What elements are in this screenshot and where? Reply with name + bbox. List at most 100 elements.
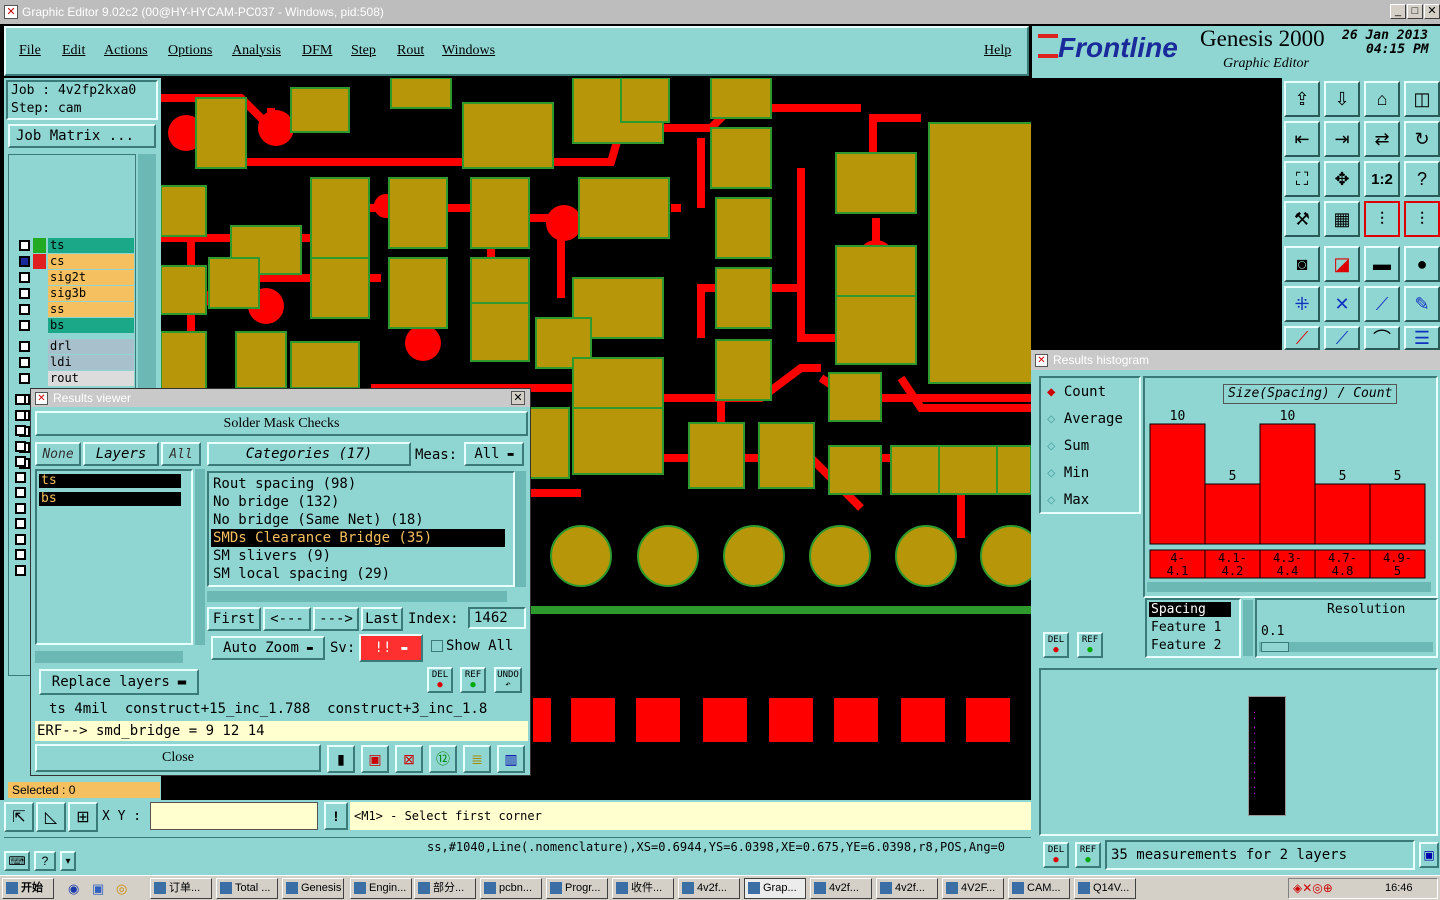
- pen-icon[interactable]: ✎: [1404, 286, 1440, 322]
- result-layer-item[interactable]: ts: [39, 474, 181, 488]
- start-button[interactable]: 开始: [2, 878, 54, 899]
- zoom-fit-icon[interactable]: ⛶: [1284, 161, 1320, 197]
- tray-icons[interactable]: ◈✕◎⊕: [1293, 881, 1333, 895]
- layer-row-sig2t[interactable]: sig2t: [16, 270, 136, 285]
- minimize-button[interactable]: _: [1390, 4, 1406, 19]
- taskbar-item[interactable]: 收件...: [612, 878, 674, 899]
- layer-name[interactable]: rout: [48, 371, 134, 386]
- measure-tool-icon[interactable]: ◺: [36, 802, 66, 832]
- layer-checkbox[interactable]: [15, 471, 26, 483]
- menu-windows[interactable]: Windows: [442, 43, 495, 59]
- prev-button[interactable]: <---: [263, 607, 311, 631]
- layer-color-swatch[interactable]: [33, 302, 46, 317]
- select-tool-icon[interactable]: ⇱: [4, 802, 34, 832]
- measurement-list[interactable]: Spacing Feature 1 Feature 2: [1145, 598, 1241, 658]
- menu-help[interactable]: Help: [984, 43, 1011, 59]
- auto-zoom-dropdown[interactable]: Auto Zoom ▬: [211, 636, 325, 660]
- layer-list-hscroll[interactable]: [35, 651, 183, 663]
- histogram-bar[interactable]: [1259, 423, 1316, 545]
- menu-options[interactable]: Options: [168, 43, 212, 59]
- layer-row-ss[interactable]: ss: [16, 302, 136, 317]
- one-to-one-icon[interactable]: 1:2: [1364, 161, 1400, 197]
- layer-row-sig3b[interactable]: sig3b: [16, 286, 136, 301]
- layer-checkbox[interactable]: [19, 373, 30, 384]
- layer-checkbox[interactable]: [15, 456, 26, 467]
- layer-name[interactable]: ldi: [48, 355, 134, 370]
- layer-color-swatch[interactable]: [33, 355, 46, 370]
- keyboard-icon[interactable]: ⌨: [4, 851, 30, 871]
- layer-checkbox[interactable]: [19, 240, 30, 251]
- xy-input[interactable]: [150, 802, 318, 830]
- footer-del-button[interactable]: DEL ●: [1043, 842, 1069, 868]
- shape-icon[interactable]: ◪: [1324, 246, 1360, 282]
- media-icon[interactable]: ◎: [116, 881, 127, 897]
- layer-list-vscroll[interactable]: [195, 469, 205, 645]
- layer-checkbox[interactable]: [19, 288, 30, 299]
- layer-color-swatch[interactable]: [33, 286, 46, 301]
- slider-alt-icon[interactable]: ⫶: [1404, 201, 1440, 237]
- zoom-home-icon[interactable]: ✥: [1324, 161, 1360, 197]
- list-vscroll[interactable]: [1243, 600, 1253, 656]
- swap-icon[interactable]: ⇄: [1364, 121, 1400, 157]
- taskbar-item[interactable]: Genesis: [282, 878, 344, 899]
- layers-button[interactable]: Layers: [83, 442, 159, 466]
- menu-analysis[interactable]: Analysis: [232, 43, 281, 59]
- taskbar-item[interactable]: 订单...: [150, 878, 212, 899]
- taskbar-item[interactable]: Grap...: [744, 878, 806, 899]
- taskbar-item[interactable]: 部分...: [414, 878, 476, 899]
- rotate-icon[interactable]: ↻: [1404, 121, 1440, 157]
- layer-color-swatch[interactable]: [33, 339, 46, 354]
- layer-checkbox[interactable]: [15, 533, 26, 545]
- taskbar-item[interactable]: Progr...: [546, 878, 608, 899]
- taskbar-item[interactable]: Engin...: [350, 878, 412, 899]
- measure-icon[interactable]: ⚒: [1284, 201, 1320, 237]
- delete-report-icon[interactable]: ⊠: [395, 745, 423, 773]
- severity-dropdown[interactable]: !! ▬: [359, 634, 423, 662]
- category-list[interactable]: Rout spacing (98) No bridge (132) No bri…: [207, 471, 515, 587]
- menu-rout[interactable]: Rout: [397, 43, 424, 59]
- layer-checkbox[interactable]: [19, 272, 30, 283]
- ie-icon[interactable]: ◉: [68, 881, 79, 897]
- show-all-checkbox[interactable]: [431, 640, 443, 652]
- menu-step[interactable]: Step: [351, 43, 376, 59]
- histogram-icon[interactable]: ▥: [497, 745, 525, 773]
- hist-ref-button[interactable]: REF ●: [1077, 632, 1103, 658]
- notes-icon[interactable]: ≣: [463, 745, 491, 773]
- category-item[interactable]: Rout spacing (98): [213, 475, 356, 493]
- option-average[interactable]: ◇ Average: [1047, 411, 1123, 427]
- taskbar-item[interactable]: 4v2f...: [876, 878, 938, 899]
- menu-edit[interactable]: Edit: [62, 43, 85, 59]
- layer-result-list[interactable]: ts bs: [35, 469, 193, 645]
- histogram-chart[interactable]: Size(Spacing) / Count 10 4- 4.1 5 4.1- 4.2 10 4…: [1143, 376, 1438, 598]
- layer-checkbox[interactable]: [15, 549, 26, 560]
- histogram-bar[interactable]: [1369, 483, 1426, 545]
- layer-checkbox[interactable]: [19, 357, 30, 368]
- layer-row-ldi[interactable]: ldi: [16, 355, 136, 370]
- grid-icon[interactable]: ▦: [1324, 201, 1360, 237]
- layer-checkbox[interactable]: [15, 409, 26, 421]
- layer-checkbox[interactable]: [15, 394, 26, 405]
- layer-row-rout[interactable]: rout: [16, 371, 136, 386]
- none-button[interactable]: None: [35, 442, 81, 466]
- layer-down-icon[interactable]: ⇩: [1324, 81, 1360, 117]
- list-item-spacing[interactable]: Spacing: [1149, 602, 1231, 617]
- layer-checkbox[interactable]: [15, 502, 26, 514]
- option-count[interactable]: ◆ Count: [1047, 384, 1106, 400]
- all-layers-button[interactable]: All: [161, 442, 201, 466]
- maximize-button[interactable]: □: [1407, 4, 1423, 19]
- taskbar-item[interactable]: pcbn...: [480, 878, 542, 899]
- menu-dfm[interactable]: DFM: [302, 43, 332, 59]
- slider-thumb[interactable]: [1261, 642, 1289, 652]
- draw-icon[interactable]: ⟋: [1284, 326, 1320, 350]
- layer-checkbox[interactable]: [15, 487, 26, 498]
- job-matrix-button[interactable]: Job Matrix ...: [8, 124, 156, 148]
- list-icon[interactable]: ☰: [1404, 326, 1440, 350]
- desktop-icon[interactable]: ▣: [92, 881, 104, 897]
- option-min[interactable]: ◇ Min: [1047, 465, 1089, 481]
- category-vscroll[interactable]: [515, 471, 526, 587]
- histogram-bar[interactable]: [1149, 423, 1206, 545]
- window-split-icon[interactable]: ◫: [1404, 81, 1440, 117]
- layer-up-icon[interactable]: ⇪: [1284, 81, 1320, 117]
- layer-row-bs[interactable]: bs: [16, 318, 136, 333]
- pan-right-icon[interactable]: ⇥: [1324, 121, 1360, 157]
